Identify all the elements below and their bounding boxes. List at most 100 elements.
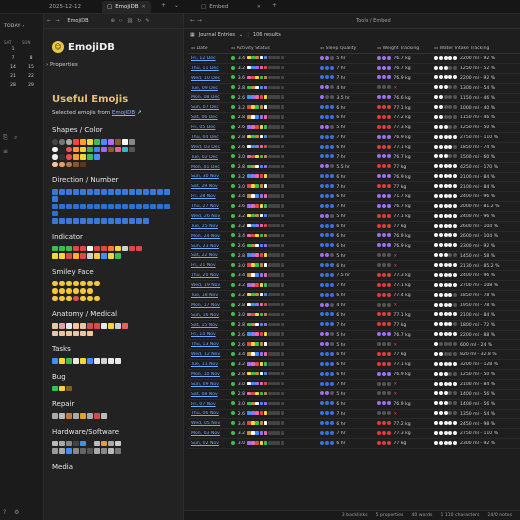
date-link[interactable]: Fri, 05 Dec <box>191 125 216 130</box>
date-link[interactable]: Sun, 09 Nov <box>191 382 219 387</box>
calendar-day[interactable]: 22 <box>22 74 40 79</box>
date-link[interactable]: Wed, 05 Nov <box>191 421 220 426</box>
date-link[interactable]: Wed, 12 Nov <box>191 352 220 357</box>
new-tab-icon[interactable]: + <box>161 2 166 9</box>
weight-trend-dot <box>386 65 391 70</box>
date-link[interactable]: Thu, 20 Nov <box>191 273 219 278</box>
column-header-water[interactable]: ☷ Water Intake Tracking <box>431 46 520 51</box>
date-link[interactable]: Fri, 28 Nov <box>191 194 216 199</box>
search-icon[interactable]: ⌕ <box>14 134 17 142</box>
calendar-day[interactable]: 14 <box>4 65 22 70</box>
back-arrow-icon[interactable]: ← <box>47 18 51 24</box>
emoji-glyph-icon <box>52 161 58 167</box>
refresh-icon[interactable]: ↻ <box>137 18 141 24</box>
list-icon[interactable]: ≡ <box>3 148 8 155</box>
file-icon[interactable]: ⎘ <box>3 134 8 142</box>
chevron-down-icon[interactable]: ⌄ <box>239 32 243 38</box>
date-link[interactable]: Thu, 13 Nov <box>191 342 219 347</box>
date-link[interactable]: Wed, 19 Nov <box>191 283 220 288</box>
date-link[interactable]: Sat, 22 Nov <box>191 253 218 258</box>
activity-emoji-icon <box>276 164 281 169</box>
date-link[interactable]: Mon, 10 Nov <box>191 372 220 377</box>
water-value: 2600 ml - 104 % <box>459 224 499 230</box>
copy-icon[interactable]: ⊕ <box>111 18 115 24</box>
date-link[interactable]: Sun, 30 Nov <box>191 174 219 179</box>
date-link[interactable]: Wed, 10 Dec <box>191 76 220 81</box>
forward-arrow-icon[interactable]: → <box>55 18 59 24</box>
chevron-down-icon[interactable]: ⌄ <box>174 2 179 9</box>
date-link[interactable]: Sun, 16 Nov <box>191 313 219 318</box>
activity-cell: 3.4 <box>228 233 317 239</box>
sleep-quality-dot <box>320 134 324 139</box>
date-link[interactable]: Thu, 27 Nov <box>191 204 219 209</box>
back-arrow-icon[interactable]: ← → <box>190 17 202 24</box>
calendar-day[interactable]: 15 <box>22 65 40 70</box>
date-link[interactable]: Mon, 24 Nov <box>191 234 220 239</box>
activity-emoji-icon <box>251 154 255 159</box>
today-label[interactable]: TODAY › <box>4 24 25 29</box>
date-link[interactable]: Tue, 09 Dec <box>191 86 218 91</box>
date-link[interactable]: Fri, 07 Nov <box>191 402 216 407</box>
emoji-glyph-icon <box>122 245 128 251</box>
code-icon[interactable]: ‹› <box>119 18 123 24</box>
water-cell: 2000 ml - 81.2 % <box>431 203 520 209</box>
sleep-quality-dot <box>320 174 324 179</box>
column-header-date[interactable]: ☷ Date <box>188 46 228 51</box>
date-link[interactable]: Mon, 01 Dec <box>191 165 220 170</box>
status-backlinks[interactable]: 3 backlinks <box>342 513 368 518</box>
close-icon[interactable]: ✕ <box>141 4 145 10</box>
calendar-day[interactable]: 28 <box>4 83 22 88</box>
date-link[interactable]: Mon, 08 Dec <box>191 95 220 100</box>
date-link[interactable]: Sat, 08 Nov <box>191 392 218 397</box>
calendar-day[interactable]: 1 <box>4 47 22 52</box>
date-link[interactable]: Fri, 14 Nov <box>191 332 216 337</box>
status-sync[interactable]: 24/0 notes <box>487 513 512 518</box>
date-link[interactable]: Sun, 02 Nov <box>191 441 219 446</box>
tab-embed[interactable]: ▢ Embed ✕ <box>196 1 266 13</box>
date-link[interactable]: Sat, 29 Nov <box>191 184 218 189</box>
date-link[interactable]: Fri, 21 Nov <box>191 263 216 268</box>
activity-score: 2.6 <box>237 332 246 338</box>
calendar-day[interactable]: 7 <box>4 56 22 61</box>
tab-emojidb[interactable]: ▢ EmojiDB ✕ <box>102 1 151 13</box>
date-link[interactable]: Thu, 11 Dec <box>191 66 219 71</box>
calendar-day[interactable]: 21 <box>4 74 22 79</box>
date-link[interactable]: Thu, 06 Nov <box>191 411 219 416</box>
date-link[interactable]: Mon, 17 Nov <box>191 303 220 308</box>
properties-toggle[interactable]: › Properties <box>46 62 78 68</box>
gear-icon[interactable]: ⚙ <box>14 509 19 516</box>
sleep-quality-dot <box>329 421 334 426</box>
date-link[interactable]: Sat, 06 Dec <box>191 115 218 120</box>
help-icon[interactable]: ? <box>3 509 6 516</box>
date-link[interactable]: Sun, 23 Nov <box>191 244 219 249</box>
edit-icon[interactable]: ✎ <box>145 18 149 24</box>
date-link[interactable]: Sun, 07 Dec <box>191 105 219 110</box>
date-link[interactable]: Tue, 18 Nov <box>191 293 218 298</box>
column-header-sleep[interactable]: ☷ Sleep Quality <box>317 46 374 51</box>
date-link[interactable]: Mon, 03 Nov <box>191 431 220 436</box>
date-link[interactable]: Tue, 11 Nov <box>191 362 218 367</box>
date-cell: Tue, 25 Nov <box>188 224 228 229</box>
date-link[interactable]: Wed, 03 Dec <box>191 145 220 150</box>
view-selector[interactable]: Journal Entries <box>199 32 235 38</box>
date-link[interactable]: Sat, 15 Nov <box>191 323 218 328</box>
date-link[interactable]: Wed, 26 Nov <box>191 214 220 219</box>
activity-emoji-icon <box>280 55 285 60</box>
emojidb-link[interactable]: EmojiDB <box>112 110 135 116</box>
calendar-day[interactable]: 8 <box>22 56 40 61</box>
new-tab-icon[interactable]: + <box>272 2 277 9</box>
calendar-day[interactable]: 29 <box>22 83 40 88</box>
sleep-quality-dot <box>329 361 334 366</box>
link-icon[interactable]: ⛓ <box>127 18 133 24</box>
column-header-activity[interactable]: ☷ Activity Status <box>228 46 317 51</box>
date-link[interactable]: Tue, 02 Dec <box>191 155 218 160</box>
water-level-dot <box>453 361 458 366</box>
weight-cell: 77.3 kg <box>374 124 431 130</box>
column-header-weight[interactable]: ☷ Weight Tracking <box>374 46 431 51</box>
date-link[interactable]: Tue, 25 Nov <box>191 224 218 229</box>
activity-emoji-icon <box>272 302 276 307</box>
tab-daily-note[interactable]: 2025-12-12 <box>44 1 86 13</box>
close-icon[interactable]: ✕ <box>257 4 261 10</box>
date-link[interactable]: Thu, 04 Dec <box>191 135 219 140</box>
date-link[interactable]: Fri, 12 Dec <box>191 56 216 61</box>
